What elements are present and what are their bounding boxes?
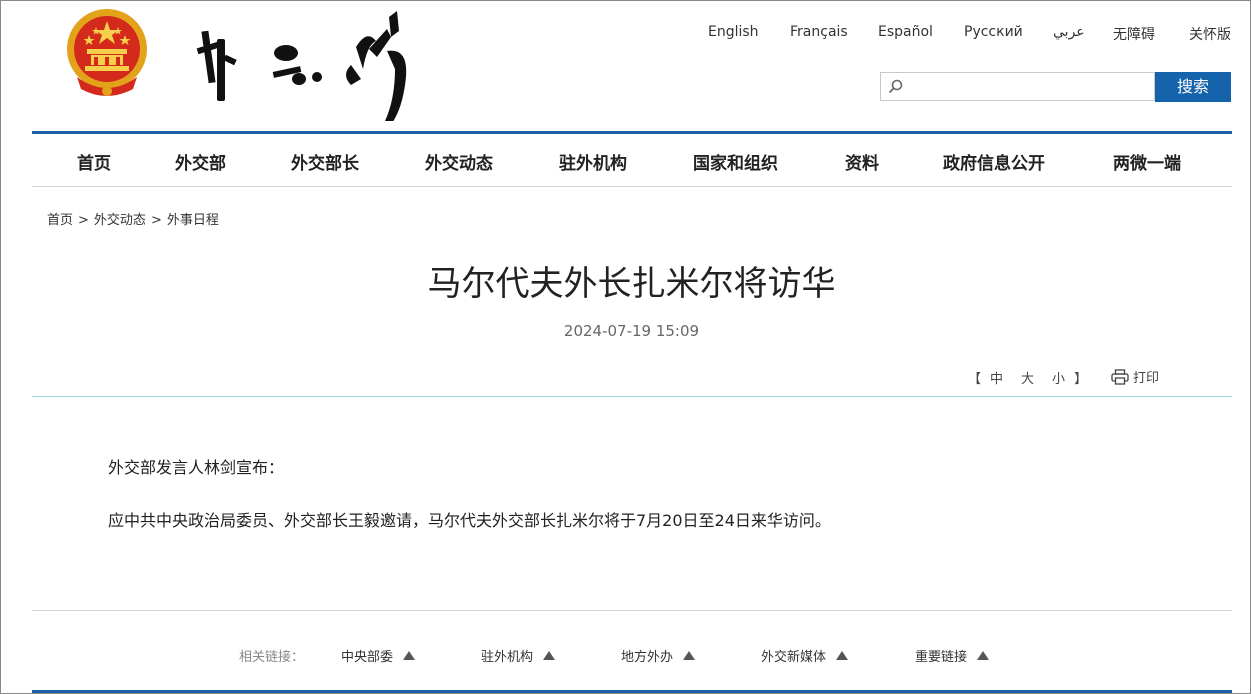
nav-item-countries-organizations[interactable]: 国家和组织 [693,149,778,174]
content-divider [32,396,1232,397]
footer-divider [32,610,1232,611]
triangle-up-icon [403,651,416,660]
font-size-selector: 【中大小】 [968,368,1087,387]
nav-item-resources[interactable]: 资料 [845,149,879,174]
nav-item-minister[interactable]: 外交部长 [291,149,359,174]
bracket-open: 【 [968,372,982,387]
triangle-up-icon [836,651,849,660]
breadcrumb-schedule[interactable]: 外事日程 [167,213,219,228]
nav-item-social-apps[interactable]: 两微一端 [1113,149,1181,174]
nav-item-home[interactable]: 首页 [77,149,111,174]
font-size-small[interactable]: 小 [1043,372,1074,387]
nav-item-diplomatic-news[interactable]: 外交动态 [425,149,493,174]
breadcrumb-diplomatic-news[interactable]: 外交动态 [94,213,146,228]
footer-link-label: 重要链接 [915,650,968,665]
search-icon [888,79,903,94]
bottom-accent-bar [32,690,1232,693]
footer-link-new-media[interactable]: 外交新媒体 [761,646,849,665]
triangle-up-icon [683,651,696,660]
breadcrumb-home[interactable]: 首页 [47,213,73,228]
triangle-up-icon [977,651,990,660]
elder-care-mode-link[interactable]: 关怀版 [1189,24,1231,44]
related-links: 相关链接： 中央部委 驻外机构 地方外办 外交新媒体 重要链接 [1,646,1250,666]
article-date: 2024-07-19 15:09 [563,322,700,340]
nav-item-missions-abroad[interactable]: 驻外机构 [559,149,627,174]
font-size-large[interactable]: 大 [1012,372,1043,387]
related-links-label: 相关链接： [239,650,305,665]
breadcrumb-separator: > [150,213,162,228]
lang-english-link[interactable]: English [708,24,759,40]
footer-link-label: 驻外机构 [481,650,534,665]
footer-link-label: 外交新媒体 [761,650,827,665]
lang-spanish-link[interactable]: Español [878,24,933,40]
font-size-medium[interactable]: 中 [981,372,1012,387]
ministry-calligraphy-logo[interactable] [191,9,421,121]
nav-item-government-disclosure[interactable]: 政府信息公开 [943,149,1045,174]
print-button[interactable]: 打印 [1111,367,1159,386]
lang-russian-link[interactable]: Русский [964,24,1023,40]
footer-link-central-ministries[interactable]: 中央部委 [341,646,416,665]
article-paragraph: 应中共中央政治局委员、外交部长王毅邀请，马尔代夫外交部长扎米尔将于7月20日至2… [108,511,831,530]
footer-link-local-foreign-affairs[interactable]: 地方外办 [621,646,696,665]
breadcrumb: 首页 > 外交动态 > 外事日程 [47,209,219,228]
lang-arabic-link[interactable]: عربي [1053,24,1085,40]
search-button[interactable]: 搜索 [1155,72,1231,102]
article-paragraph: 外交部发言人林剑宣布： [108,458,285,477]
printer-icon [1111,369,1129,385]
footer-link-important-links[interactable]: 重要链接 [915,646,990,665]
triangle-up-icon [543,651,556,660]
footer-link-label: 地方外办 [621,650,674,665]
language-bar: English Français Español Русский عربي 无障… [691,24,1241,44]
footer-link-missions-abroad[interactable]: 驻外机构 [481,646,556,665]
nav-item-ministry[interactable]: 外交部 [175,149,226,174]
search-input[interactable] [909,75,1153,99]
article-title: 马尔代夫外长扎米尔将访华 [427,264,836,304]
search-box [880,72,1155,101]
accessibility-link[interactable]: 无障碍 [1113,24,1155,44]
national-emblem-icon[interactable] [63,7,151,99]
print-label: 打印 [1133,371,1160,386]
bracket-close: 】 [1074,372,1088,387]
site-header: English Français Español Русский عربي 无障… [1,1,1250,131]
lang-french-link[interactable]: Français [790,24,848,40]
breadcrumb-separator: > [78,213,89,228]
footer-link-label: 中央部委 [341,650,394,665]
main-nav: 首页 外交部 外交部长 外交动态 驻外机构 国家和组织 资料 政府信息公开 两微… [32,134,1232,187]
